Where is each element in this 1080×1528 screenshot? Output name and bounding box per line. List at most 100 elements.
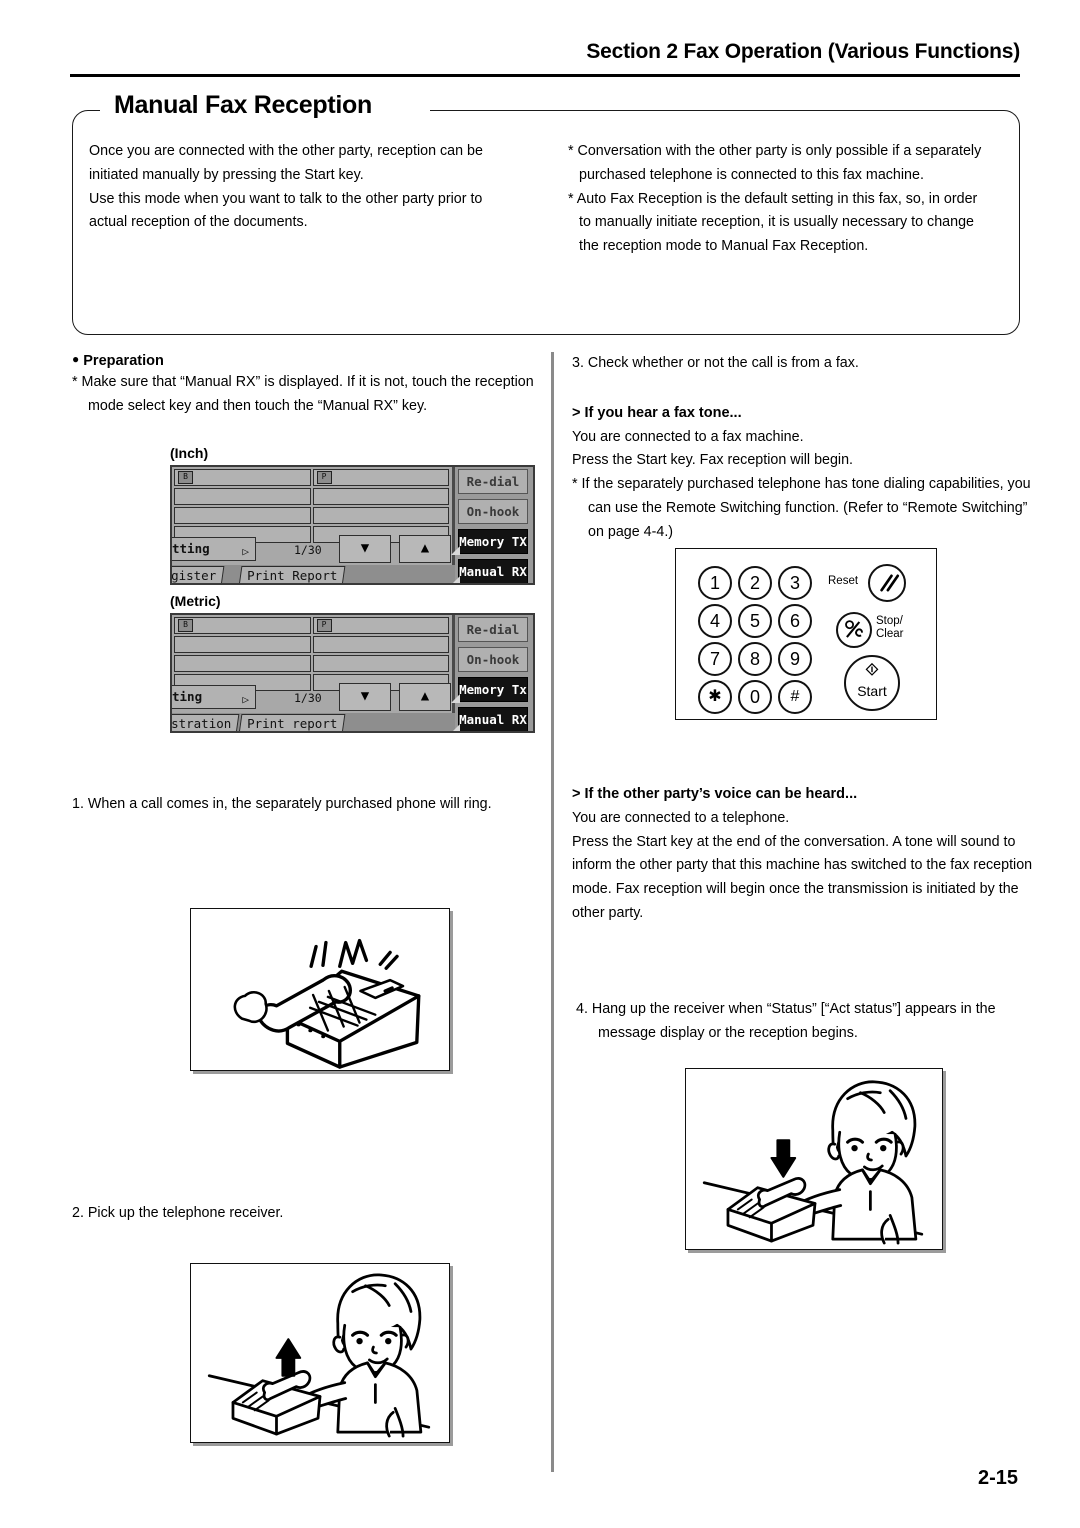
- panel-caption-inch: (Inch): [170, 444, 209, 461]
- soft-key-onhook[interactable]: On-hook: [458, 498, 528, 524]
- page-header-title: Section 2 Fax Operation (Various Functio…: [586, 40, 1020, 63]
- step-2-text: 2. Pick up the telephone receiver.: [72, 1205, 284, 1221]
- keypad-key-5[interactable]: 5: [738, 604, 772, 638]
- up-triangle-icon: ▲: [420, 687, 430, 704]
- lcd-row: [174, 654, 449, 672]
- lcd-cell[interactable]: [312, 506, 449, 524]
- down-triangle-icon: ▼: [360, 687, 370, 704]
- keypad-key-2[interactable]: 2: [738, 566, 772, 600]
- lcd-tab-bar: gister Print Report: [172, 564, 455, 583]
- reset-button[interactable]: [868, 564, 906, 602]
- figure-pick-up-receiver: [190, 1263, 450, 1443]
- bullet-icon: ●: [72, 352, 80, 366]
- voice-line: Press the Start key at the end of the co…: [572, 833, 1033, 921]
- intro-left-line: actual reception of the documents.: [89, 214, 308, 231]
- keypad-key-hash[interactable]: #: [778, 680, 812, 714]
- lcd-panel-metric: B P ting ▷ 1/30 ▼ ▲ stration Print repor…: [170, 612, 535, 733]
- lcd-scroll-up-button[interactable]: ▲: [399, 534, 451, 563]
- fax-tone-heading: > If you hear a fax tone...: [572, 404, 742, 421]
- pointer-icon: [451, 575, 460, 583]
- lcd-cell[interactable]: B: [174, 468, 311, 486]
- start-button[interactable]: Start: [844, 655, 900, 711]
- lcd-tab-label: Print Report: [247, 567, 338, 583]
- page-title: Manual Fax Reception: [110, 91, 382, 120]
- lcd-cell[interactable]: [312, 635, 449, 653]
- keypad-key-3[interactable]: 3: [778, 566, 812, 600]
- lcd-cell[interactable]: [312, 487, 449, 505]
- panel-caption-metric: (Metric): [170, 592, 221, 609]
- intro-left-line: Once you are connected with the other pa…: [89, 143, 483, 159]
- lcd-scroll-down-button[interactable]: ▼: [339, 682, 391, 711]
- lcd-cell-tag: B: [178, 618, 193, 632]
- step-3-text: 3. Check whether or not the call is from…: [572, 355, 859, 371]
- keypad-key-7[interactable]: 7: [698, 642, 732, 676]
- step-1-text: 1. When a call comes in, the separately …: [72, 795, 492, 812]
- lcd-tab-label: stration: [171, 715, 232, 731]
- keypad-key-9[interactable]: 9: [778, 642, 812, 676]
- soft-key-memory-tx[interactable]: Memory Tx: [451, 676, 528, 703]
- keypad-key-8[interactable]: 8: [738, 642, 772, 676]
- lcd-row: [174, 487, 449, 505]
- lcd-cell[interactable]: [174, 654, 311, 672]
- intro-left-line: initiated manually by pressing the Start…: [89, 166, 364, 183]
- down-triangle-icon: ▼: [360, 539, 370, 556]
- lcd-setting-key-label: tting: [172, 540, 210, 556]
- reset-label: Reset: [828, 575, 859, 587]
- keypad-key-4[interactable]: 4: [698, 604, 732, 638]
- lcd-setting-key[interactable]: tting ▷: [172, 536, 256, 561]
- soft-key-memory-tx[interactable]: Memory TX: [451, 528, 528, 555]
- stop-clear-button[interactable]: [836, 612, 872, 648]
- pointer-icon: [451, 723, 460, 731]
- stop-label-line2: Clear: [876, 628, 904, 640]
- preparation-heading: ● Preparation: [72, 352, 532, 369]
- lcd-row: [174, 635, 449, 653]
- lcd-scroll-down-button[interactable]: ▼: [339, 534, 391, 563]
- stop-label-line1: Stop/: [876, 615, 903, 627]
- soft-key-onhook[interactable]: On-hook: [458, 646, 528, 672]
- figure-ringing-telephone: [190, 908, 450, 1071]
- lcd-cell[interactable]: B: [174, 616, 311, 634]
- lcd-cell[interactable]: [174, 506, 311, 524]
- lcd-cell[interactable]: [174, 487, 311, 505]
- intro-right-line: to manually initiate reception, it is us…: [579, 214, 974, 231]
- lcd-cell[interactable]: [174, 635, 311, 653]
- lcd-row: B P: [174, 468, 449, 486]
- lcd-row: [174, 506, 449, 524]
- intro-right-text: * Conversation with the other party is o…: [568, 140, 1023, 259]
- lcd-tab-registration[interactable]: stration: [171, 713, 240, 731]
- soft-key-manual-rx[interactable]: Manual RX: [451, 706, 528, 731]
- preparation-heading-label: Preparation: [83, 353, 164, 369]
- lcd-tab-label: Print report: [247, 715, 338, 731]
- keypad-key-6[interactable]: 6: [778, 604, 812, 638]
- lcd-scroll-up-button[interactable]: ▲: [399, 682, 451, 711]
- keypad-key-asterisk[interactable]: ✱: [698, 680, 732, 714]
- lcd-tab-print-report[interactable]: Print report: [238, 713, 346, 731]
- soft-key-redial[interactable]: Re-dial: [458, 468, 528, 494]
- lcd-tab-print-report[interactable]: Print Report: [238, 565, 346, 583]
- pointer-icon: [451, 545, 460, 555]
- figure-operation-keypad: 1 2 3 4 5 6 7 8 9 ✱ 0 # Reset Stop/ Clea…: [675, 548, 937, 720]
- column-divider: [551, 352, 554, 1472]
- keypad-key-1[interactable]: 1: [698, 566, 732, 600]
- lcd-row: B P: [174, 616, 449, 634]
- ringing-telephone-drawing: [233, 938, 421, 1069]
- lcd-cell[interactable]: [312, 654, 449, 672]
- lcd-address-rows: B P: [174, 468, 449, 545]
- pick-up-receiver-drawing: [207, 1273, 431, 1438]
- keypad-key-0[interactable]: 0: [738, 680, 772, 714]
- right-triangle-icon: ▷: [242, 692, 249, 706]
- fax-tone-note: * If the separately purchased telephone …: [572, 476, 1031, 540]
- left-column: ● Preparation * Make sure that “Manual RX…: [72, 352, 535, 816]
- soft-key-redial[interactable]: Re-dial: [458, 616, 528, 642]
- preparation-note: * Make sure that “Manual RX” is displaye…: [72, 374, 534, 414]
- percent-c-icon: [845, 620, 863, 638]
- soft-key-manual-rx[interactable]: Manual RX: [451, 558, 528, 583]
- pointer-icon: [451, 693, 460, 703]
- lcd-cell[interactable]: P: [312, 468, 449, 486]
- intro-left-line: Use this mode when you want to talk to t…: [89, 190, 483, 207]
- lcd-setting-key[interactable]: ting ▷: [172, 684, 256, 709]
- lcd-setting-key-label: ting: [172, 688, 203, 704]
- lcd-cell[interactable]: P: [312, 616, 449, 634]
- soft-key-label: Manual RX: [459, 711, 527, 727]
- lcd-tab-register[interactable]: gister: [172, 565, 225, 583]
